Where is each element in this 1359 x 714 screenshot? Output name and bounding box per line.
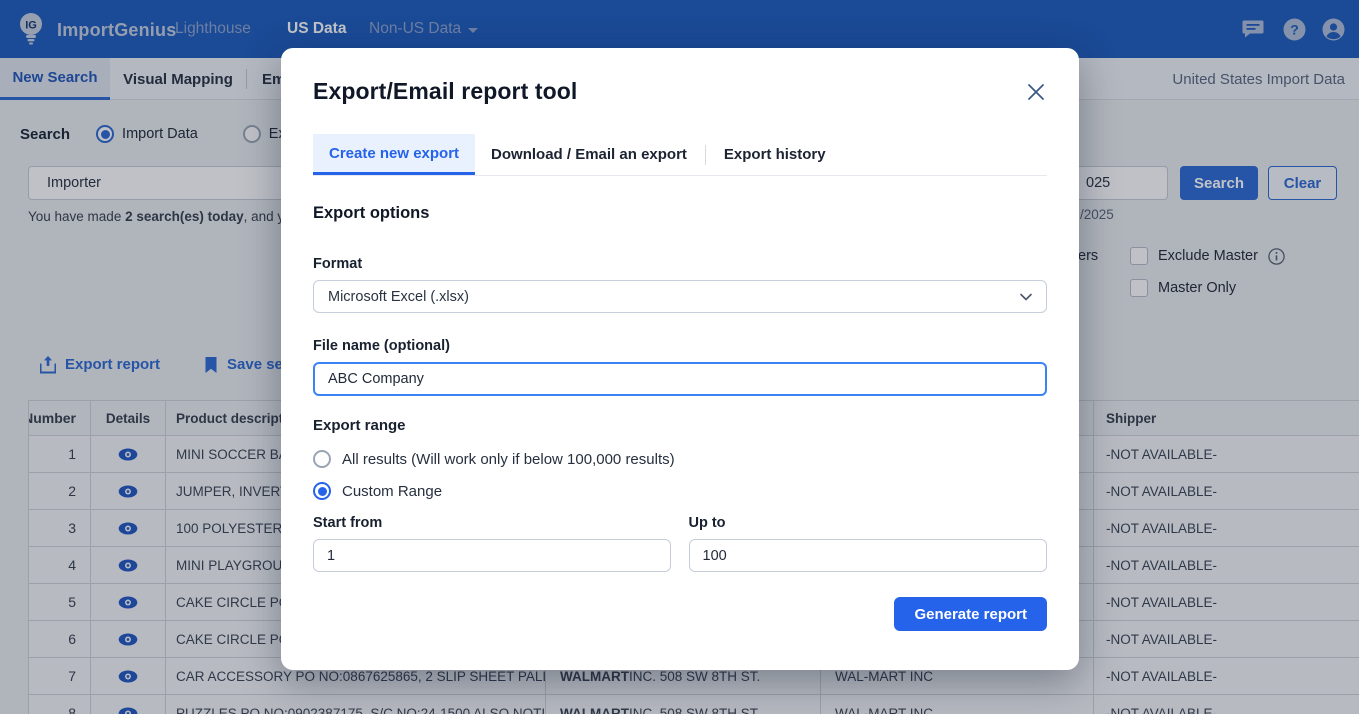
filename-input[interactable] bbox=[313, 362, 1047, 396]
generate-report-button[interactable]: Generate report bbox=[894, 597, 1047, 631]
modal-tab-download-email[interactable]: Download / Email an export bbox=[475, 134, 703, 175]
modal-title: Export/Email report tool bbox=[313, 78, 577, 105]
custom-range-label: Custom Range bbox=[342, 483, 442, 500]
app-screen: IG ImportGenius Lighthouse US Data Non-U… bbox=[0, 0, 1359, 714]
export-email-modal: Export/Email report tool Create new expo… bbox=[281, 48, 1079, 670]
chevron-down-icon bbox=[1020, 293, 1032, 301]
start-from-input[interactable] bbox=[313, 539, 671, 572]
export-range-label: Export range bbox=[313, 417, 1047, 434]
custom-range-radio[interactable] bbox=[313, 482, 331, 500]
modal-tab-create-new-export[interactable]: Create new export bbox=[313, 134, 475, 175]
format-label: Format bbox=[313, 256, 1047, 272]
export-options-heading: Export options bbox=[313, 204, 1047, 223]
all-results-radio[interactable] bbox=[313, 450, 331, 468]
format-select[interactable]: Microsoft Excel (.xlsx) bbox=[313, 280, 1047, 313]
start-from-label: Start from bbox=[313, 515, 671, 531]
up-to-label: Up to bbox=[689, 515, 1048, 531]
all-results-option[interactable]: All results (Will work only if below 100… bbox=[313, 450, 1047, 468]
filename-label: File name (optional) bbox=[313, 338, 1047, 354]
modal-tab-divider bbox=[705, 145, 706, 165]
all-results-label: All results (Will work only if below 100… bbox=[342, 451, 675, 468]
custom-range-option[interactable]: Custom Range bbox=[313, 482, 1047, 500]
up-to-input[interactable] bbox=[689, 539, 1048, 572]
modal-tabs: Create new export Download / Email an ex… bbox=[313, 134, 1047, 176]
close-icon[interactable] bbox=[1027, 83, 1045, 106]
modal-tab-export-history[interactable]: Export history bbox=[708, 134, 842, 175]
